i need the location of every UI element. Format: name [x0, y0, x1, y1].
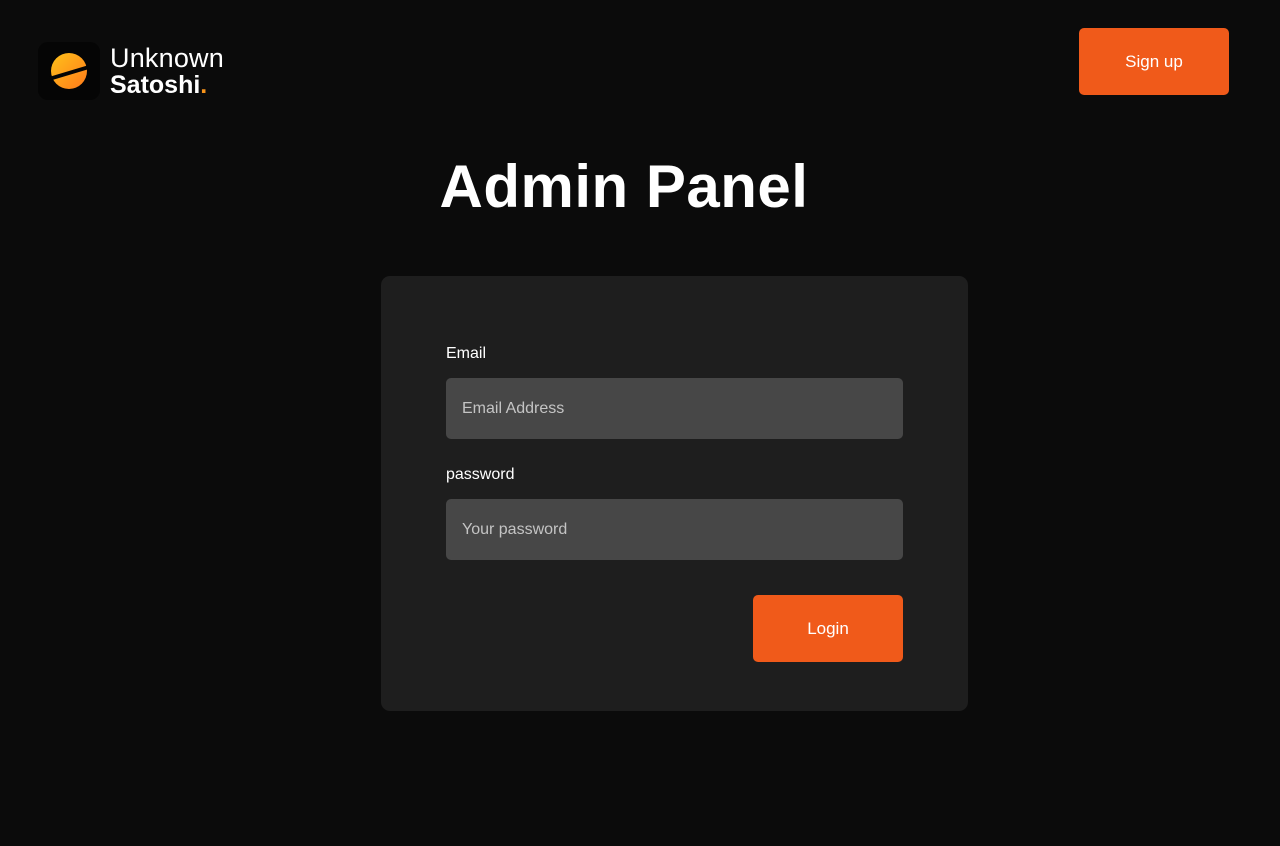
login-form-card: Email password Login	[381, 276, 968, 711]
brand-name-line1: Unknown	[110, 42, 224, 73]
brand-name-dot: .	[200, 70, 208, 99]
brand-logo[interactable]: Unknown Satoshi.	[38, 42, 224, 100]
brand-name-line2: Satoshi.	[110, 70, 224, 99]
sun-logo-icon	[38, 42, 100, 100]
admin-login-page: Unknown Satoshi. Sign up Admin Panel Ema…	[0, 0, 1280, 846]
email-label: Email	[446, 345, 487, 362]
password-input[interactable]	[446, 499, 903, 560]
login-button[interactable]: Login	[753, 595, 903, 662]
page-title: Admin Panel	[439, 153, 809, 220]
password-label: password	[446, 466, 515, 483]
email-input[interactable]	[446, 378, 903, 439]
brand-name-line2-text: Satoshi	[110, 70, 201, 99]
sign-up-button[interactable]: Sign up	[1079, 28, 1229, 95]
brand-wordmark: Unknown Satoshi.	[110, 42, 224, 99]
